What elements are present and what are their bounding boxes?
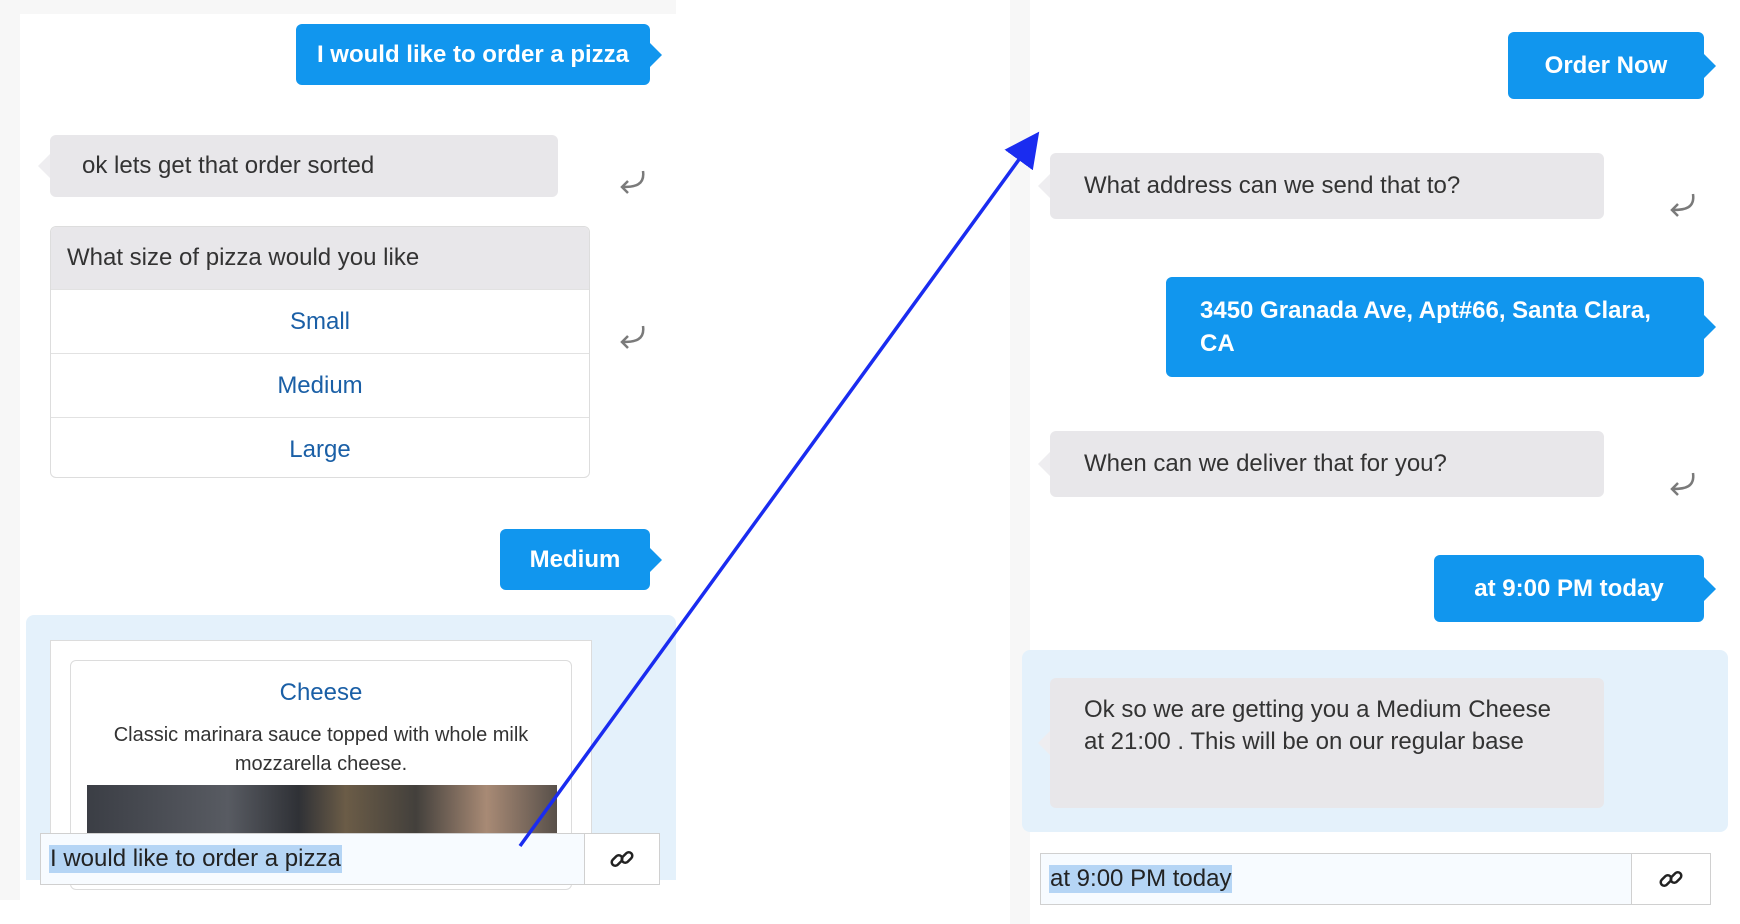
size-prompt: What size of pizza would you like xyxy=(51,227,589,289)
size-option-large[interactable]: Large xyxy=(51,417,589,477)
reply-icon[interactable] xyxy=(615,163,649,197)
bot-message: ok lets get that order sorted xyxy=(38,135,558,197)
user-message: 3450 Granada Ave, Apt#66, Santa Clara, C… xyxy=(1166,277,1716,377)
input-text: I would like to order a pizza xyxy=(49,845,342,873)
size-option-medium[interactable]: Medium xyxy=(51,353,589,417)
size-menu: What size of pizza would you like Small … xyxy=(50,226,590,478)
user-message: Medium xyxy=(500,529,662,590)
message-input[interactable]: at 9:00 PM today xyxy=(1040,853,1632,905)
attach-button[interactable] xyxy=(584,833,660,885)
card-title[interactable]: Cheese xyxy=(71,679,571,707)
user-message: at 9:00 PM today xyxy=(1434,555,1716,622)
reply-icon[interactable] xyxy=(615,318,649,352)
left-panel-top-edge xyxy=(20,0,676,14)
link-icon xyxy=(1659,870,1683,888)
message-input[interactable]: I would like to order a pizza xyxy=(40,833,585,885)
left-panel-edge xyxy=(0,0,20,900)
bot-message: When can we deliver that for you? xyxy=(1038,431,1604,497)
user-message: Order Now xyxy=(1508,32,1716,99)
attach-button[interactable] xyxy=(1631,853,1711,905)
left-input-row: I would like to order a pizza xyxy=(40,833,660,885)
right-input-row: at 9:00 PM today xyxy=(1040,853,1715,905)
bot-message: Ok so we are getting you a Medium Cheese… xyxy=(1038,678,1604,808)
pizza-image xyxy=(87,785,557,835)
user-message: I would like to order a pizza xyxy=(296,24,662,85)
size-option-small[interactable]: Small xyxy=(51,289,589,353)
input-text: at 9:00 PM today xyxy=(1049,865,1233,893)
bot-message: What address can we send that to? xyxy=(1038,153,1604,219)
card-description: Classic marinara sauce topped with whole… xyxy=(113,724,529,775)
link-icon xyxy=(610,850,634,868)
reply-icon[interactable] xyxy=(1665,186,1699,220)
reply-icon[interactable] xyxy=(1665,465,1699,499)
